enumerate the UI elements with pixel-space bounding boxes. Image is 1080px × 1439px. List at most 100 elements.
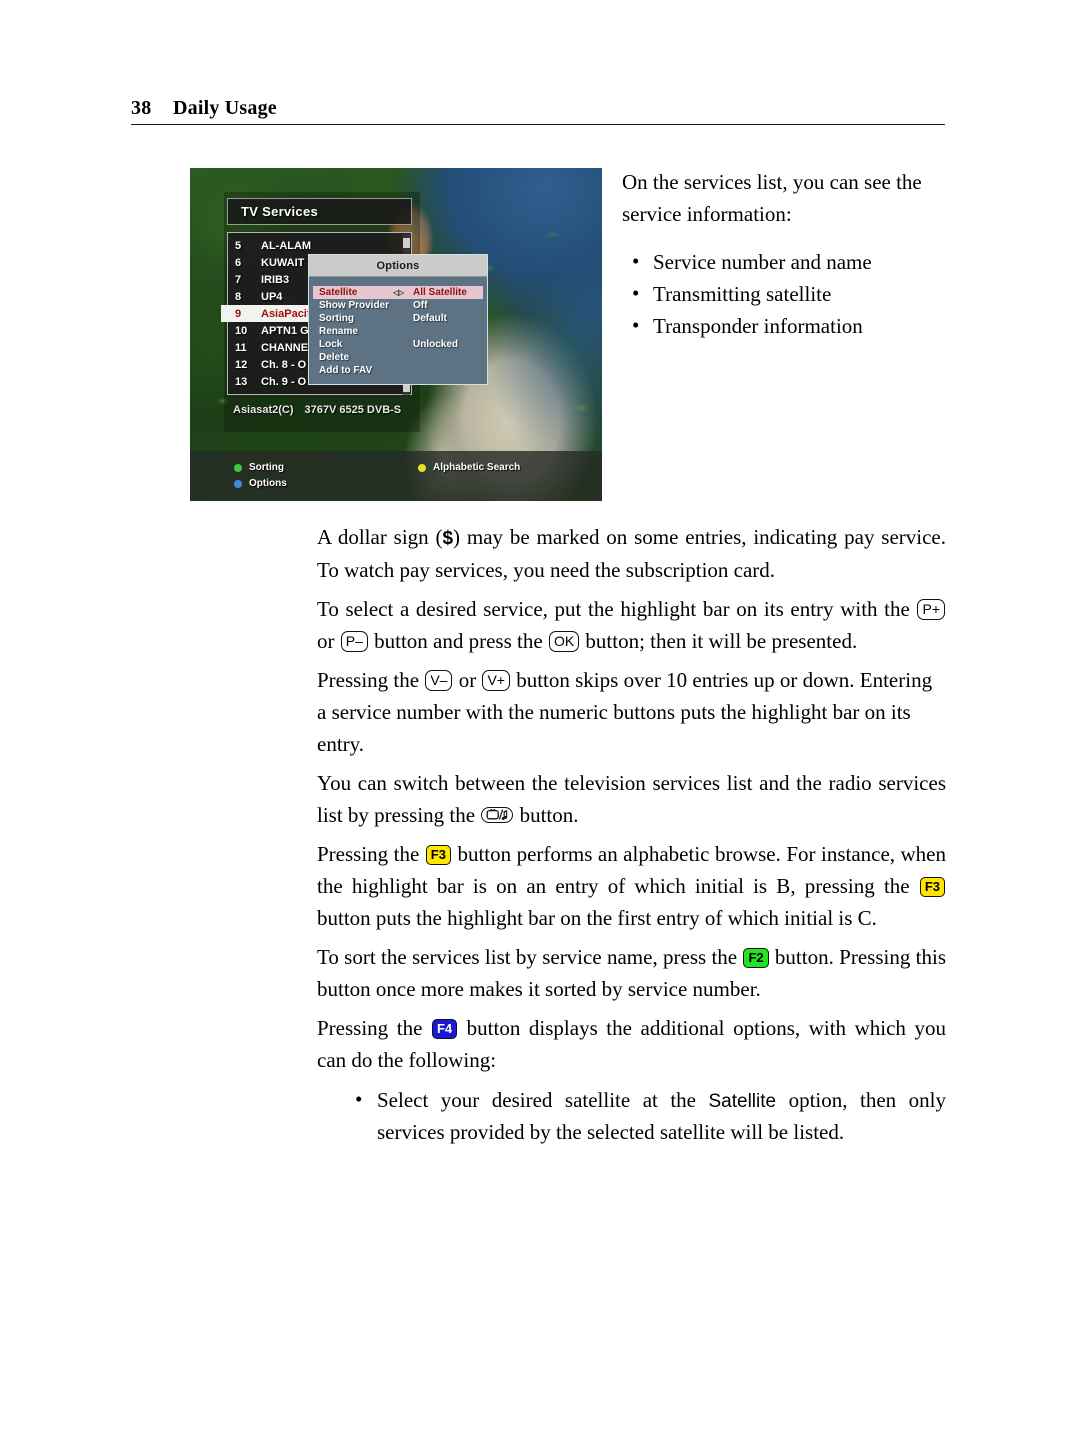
service-number: 11 (235, 341, 247, 354)
options-dialog-row[interactable]: Add to FAV (309, 364, 487, 377)
options-dialog-row[interactable]: Lock Unlocked (309, 338, 487, 351)
switch-text-2: button. (514, 802, 579, 827)
switch-text-1: You can switch between the television se… (317, 771, 946, 827)
select-text-2: or (317, 628, 340, 653)
legend-item-alphabetic-search[interactable]: Alphabetic Search (418, 462, 520, 473)
legend-item-sorting[interactable]: Sorting (234, 462, 284, 473)
tv-services-screenshot-figure: TV Services 5 AL-ALAM 6 KUWAIT 7 IRIB3 8 UP4 9 As… (190, 168, 602, 501)
options-bullet-list: Select your desired satellite at the Sat… (317, 1083, 946, 1149)
bullet-select-satellite: Select your desired satellite at the Sat… (317, 1083, 946, 1149)
option-label: Rename (319, 326, 358, 337)
options-dialog-row[interactable]: Show Provider Off (309, 299, 487, 312)
left-right-arrows-icon: ◁▷ (393, 288, 404, 297)
service-list-row[interactable]: 5 AL-ALAM (228, 237, 411, 254)
options-dialog-row[interactable]: Satellite ◁▷ All Satellite (313, 286, 483, 299)
service-name: APTN1 G1 (261, 324, 315, 337)
green-dot-icon (234, 463, 242, 472)
f4-text-1: Pressing the (317, 1016, 431, 1041)
service-number: 12 (235, 358, 248, 371)
options-dialog-row[interactable]: Sorting Default (309, 312, 487, 325)
paragraph-switch-tv-radio: You can switch between the television se… (317, 768, 946, 831)
skip-text-2: or (453, 668, 482, 693)
option-value: Default (413, 313, 447, 324)
blue-dot-icon (234, 479, 242, 488)
scrollbar-thumb-top[interactable] (403, 238, 410, 248)
paragraph-select-service: To select a desired service, put the hig… (317, 594, 946, 657)
status-transponder: 3767V 6525 DVB-S (304, 404, 402, 416)
side-text-column: On the services list, you can see the se… (622, 166, 957, 342)
service-name: Ch. 9 - O (261, 375, 307, 388)
options-dialog-row[interactable]: Rename (309, 325, 487, 338)
section-title: Daily Usage (173, 97, 277, 119)
skip-text-1: Pressing the (317, 668, 425, 693)
option-label: Add to FAV (319, 365, 373, 376)
service-number: 8 (235, 290, 242, 303)
tv-radio-toggle-icon (481, 806, 514, 823)
page-number: 38 (131, 97, 152, 119)
option-label: Show Provider (319, 300, 390, 311)
options-dialog[interactable]: Options Satellite ◁▷ All Satellite Show Pro… (308, 254, 488, 385)
paragraph-skip-entries: Pressing the V– or V+ button skips over … (317, 665, 946, 760)
option-value: Off (413, 300, 428, 311)
satellite-option-reference: Satellite (708, 1090, 777, 1112)
service-name: AL-ALAM (261, 239, 312, 252)
key-v-minus: V– (425, 670, 453, 692)
service-name: CHANNEL (261, 341, 315, 354)
f3-text-1: Pressing the (317, 842, 425, 867)
service-info-bullet-list: Service number and name Transmitting sat… (622, 245, 957, 342)
service-name: KUWAIT (261, 256, 305, 269)
legend-item-options[interactable]: Options (234, 478, 287, 489)
service-number: 13 (235, 375, 248, 388)
paragraph-dollar-sign: A dollar sign ($) may be marked on some … (317, 522, 946, 586)
page-header: 38 Daily Usage (131, 97, 945, 129)
options-dialog-row[interactable]: Delete (309, 351, 487, 364)
f2-text-1: To sort the services list by service nam… (317, 945, 743, 970)
dollar-text-1: A dollar sign ( (317, 525, 443, 549)
bullet-transponder-information: Transponder information (622, 309, 957, 342)
bullet-transmitting-satellite: Transmitting satellite (622, 277, 957, 310)
body-text-column: A dollar sign ($) may be marked on some … (317, 522, 946, 1149)
osd-title-label: TV Services (241, 204, 319, 219)
service-name: AsiaPacif (261, 307, 311, 320)
key-p-minus: P– (340, 630, 368, 652)
option-value: All Satellite (413, 287, 467, 298)
option-label: Delete (319, 352, 350, 363)
key-f3: F3 (425, 845, 451, 866)
service-number: 10 (235, 324, 248, 337)
service-name: IRIB3 (261, 273, 290, 286)
paragraph-f3-alphabetic: Pressing the F3 button performs an alpha… (317, 839, 946, 934)
service-name: Ch. 8 - O (261, 358, 307, 371)
service-number: 5 (235, 239, 242, 252)
option-value: Unlocked (413, 339, 459, 350)
bullet-service-number-name: Service number and name (622, 245, 957, 278)
color-key-legend-bar: Sorting Options Alphabetic Search (190, 451, 602, 501)
dollar-sign-glyph: $ (442, 528, 454, 549)
header-rule (131, 124, 945, 125)
service-number: 9 (235, 307, 242, 320)
sat-bullet-text-1: Select your desired satellite at the (377, 1087, 709, 1112)
yellow-dot-icon (418, 463, 426, 472)
legend-label-options: Options (249, 478, 287, 489)
key-v-plus: V+ (482, 670, 510, 692)
legend-label-sorting: Sorting (249, 462, 284, 473)
f3-text-3: button puts the highlight bar on the fir… (317, 905, 877, 930)
select-text-3: button and press the (368, 628, 548, 653)
paragraph-f4-options: Pressing the F4 button displays the addi… (317, 1013, 946, 1076)
options-dialog-title-label: Options (376, 259, 420, 272)
options-dialog-body: Satellite ◁▷ All Satellite Show Provider Off… (309, 277, 487, 377)
service-name: UP4 (261, 290, 283, 303)
key-p-plus: P+ (917, 599, 945, 621)
header-row: 38 Daily Usage (131, 97, 945, 120)
service-number: 6 (235, 256, 242, 269)
option-label: Sorting (319, 313, 354, 324)
legend-label-alphabetic-search: Alphabetic Search (433, 462, 521, 473)
key-f4: F4 (431, 1019, 458, 1040)
options-dialog-title: Options (309, 255, 487, 277)
paragraph-f2-sort: To sort the services list by service nam… (317, 942, 946, 1005)
select-text-4: button; then it will be presented. (580, 628, 858, 653)
service-number: 7 (235, 273, 242, 286)
option-label: Satellite (319, 287, 358, 298)
key-f3-second: F3 (919, 876, 945, 897)
key-ok: OK (548, 630, 580, 652)
side-intro-paragraph: On the services list, you can see the se… (622, 170, 922, 226)
